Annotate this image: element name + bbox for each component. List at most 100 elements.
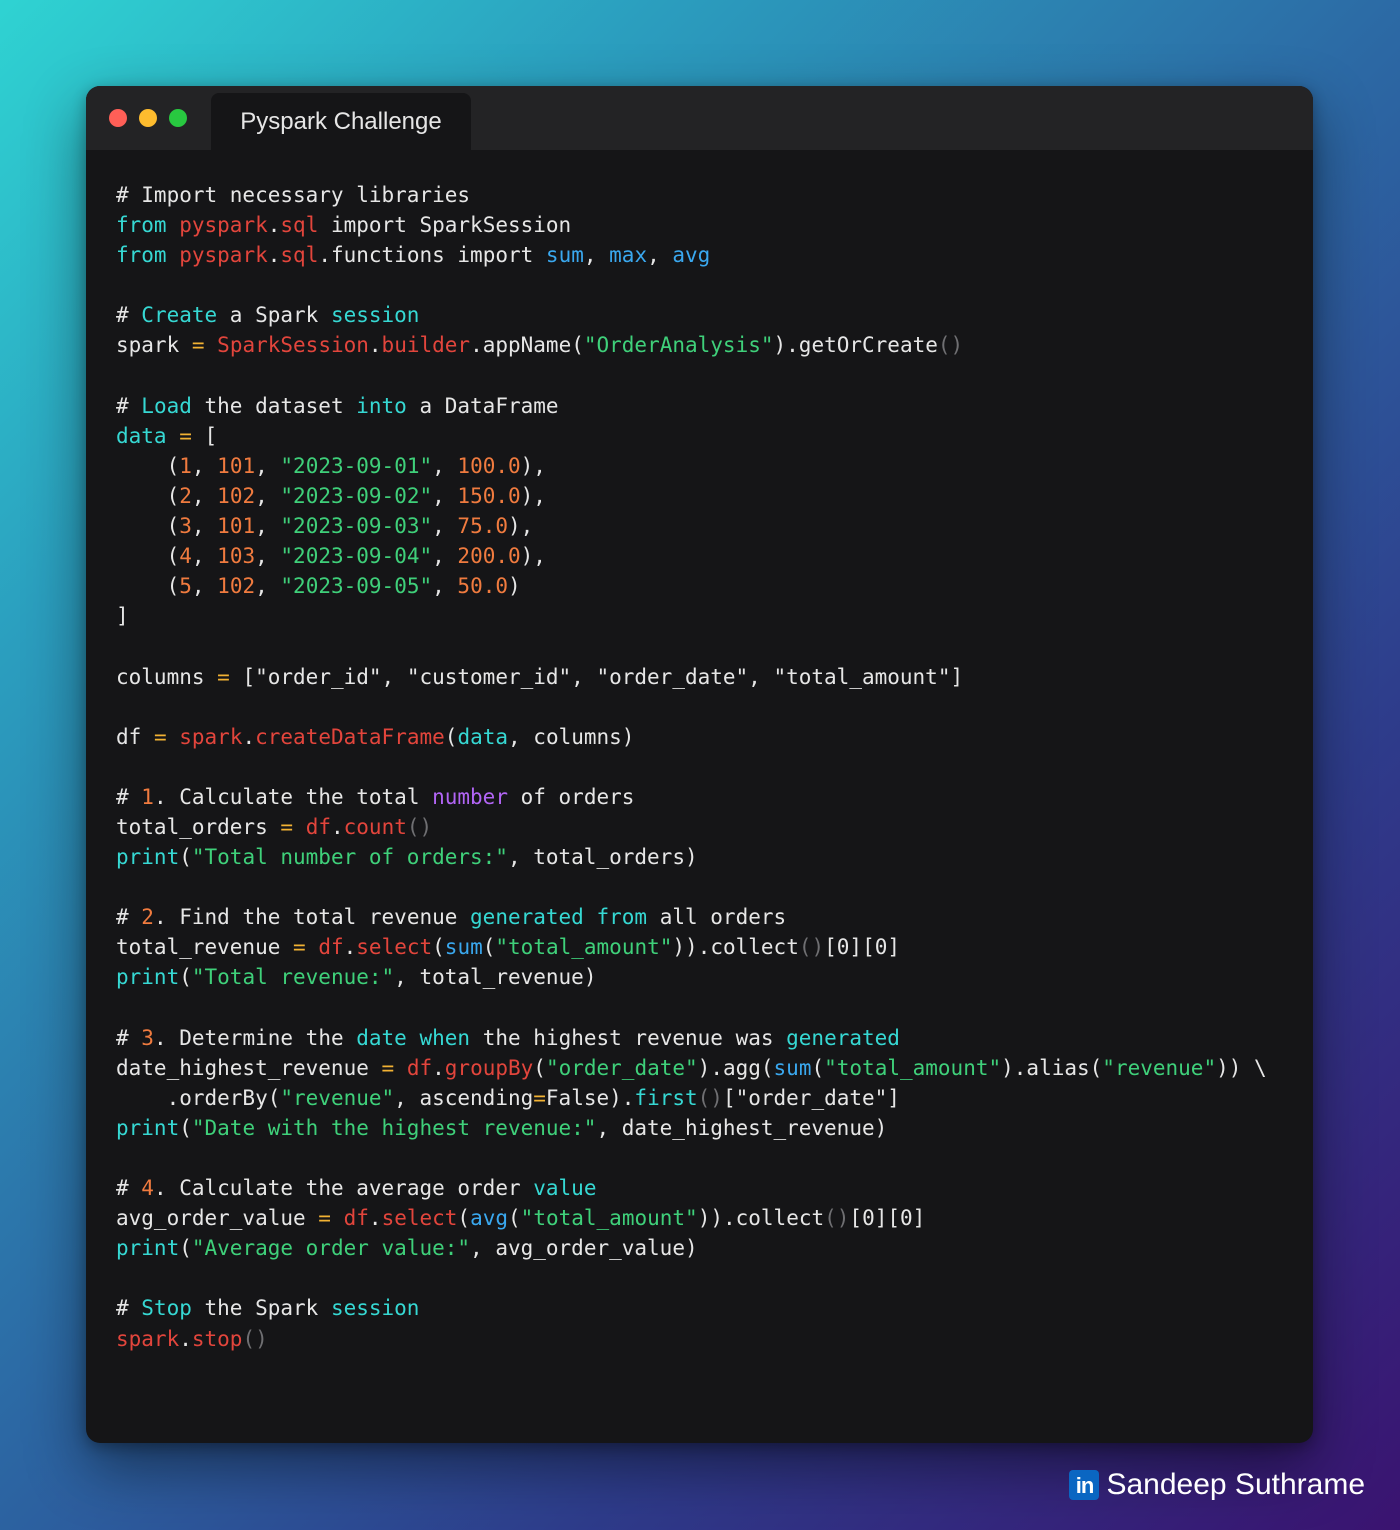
code-window: Pyspark Challenge # Import necessary lib… bbox=[86, 86, 1313, 1443]
code-token: = bbox=[318, 1206, 331, 1231]
close-window-button[interactable] bbox=[109, 109, 127, 127]
code-token: first bbox=[634, 1085, 698, 1110]
code-line: # Load the dataset into a DataFrame bbox=[116, 391, 1267, 421]
code-token: = bbox=[293, 935, 306, 960]
code-token: 150.0 bbox=[457, 483, 521, 508]
linkedin-icon: in bbox=[1069, 1470, 1100, 1500]
code-line: (5, 102, "2023-09-05", 50.0) bbox=[116, 571, 1267, 601]
code-token: "Date with the highest revenue:" bbox=[191, 1115, 597, 1140]
code-token: session bbox=[330, 303, 420, 328]
code-token: 4 bbox=[141, 1176, 154, 1201]
code-line: .orderBy("revenue", ascending=False).fir… bbox=[116, 1083, 1267, 1113]
code-token: , bbox=[432, 453, 458, 478]
code-token: . bbox=[330, 814, 344, 839]
code-token: () bbox=[798, 935, 825, 960]
code-token: , bbox=[191, 544, 218, 569]
code-token: 102 bbox=[217, 574, 256, 599]
code-token: . bbox=[368, 1206, 382, 1231]
code-token: createDataFrame bbox=[255, 724, 445, 749]
code-token: 50.0 bbox=[457, 574, 508, 599]
code-token: session bbox=[330, 1296, 420, 1321]
code-token: # Import necessary libraries bbox=[116, 183, 471, 207]
code-token: () bbox=[242, 1326, 268, 1351]
code-token: ( bbox=[457, 1206, 471, 1231]
code-token: ( bbox=[533, 1055, 546, 1080]
code-token: , ascending bbox=[394, 1085, 534, 1110]
code-token: = bbox=[191, 333, 205, 358]
code-line: (3, 101, "2023-09-03", 75.0), bbox=[116, 511, 1267, 541]
code-token: into bbox=[356, 393, 407, 418]
code-token: # bbox=[116, 1296, 142, 1321]
code-token: ), bbox=[520, 544, 546, 569]
code-token: count bbox=[343, 814, 407, 839]
code-token: value bbox=[533, 1176, 597, 1201]
code-token: df bbox=[406, 1055, 433, 1080]
code-line: # 1. Calculate the total number of order… bbox=[116, 782, 1267, 812]
code-token: builder bbox=[381, 333, 471, 358]
code-token: 103 bbox=[217, 544, 256, 569]
author-name: Sandeep Suthrame bbox=[1106, 1468, 1365, 1501]
code-token: "revenue" bbox=[280, 1085, 395, 1110]
code-token: sum bbox=[444, 935, 483, 960]
code-token: ( bbox=[444, 724, 458, 749]
code-token: , bbox=[255, 514, 281, 539]
code-token: ( bbox=[116, 483, 180, 508]
code-token: = bbox=[381, 1055, 395, 1080]
code-token: sql bbox=[280, 243, 319, 268]
code-token: "2023-09-01" bbox=[280, 453, 433, 478]
code-token: a DataFrame bbox=[406, 393, 559, 418]
minimize-window-button[interactable] bbox=[139, 109, 157, 127]
code-token: ( bbox=[179, 1236, 192, 1261]
code-token: . Find the total revenue bbox=[153, 905, 471, 930]
code-token: 75.0 bbox=[457, 514, 508, 539]
code-token: import SparkSession bbox=[318, 213, 572, 238]
code-token: ).alias( bbox=[1001, 1055, 1103, 1080]
code-token: generated bbox=[470, 905, 584, 930]
code-token: 1 bbox=[141, 784, 154, 809]
code-line: print("Total number of orders:", total_o… bbox=[116, 842, 1267, 872]
code-token: "total_amount" bbox=[520, 1206, 698, 1231]
maximize-window-button[interactable] bbox=[169, 109, 187, 127]
code-token: = bbox=[217, 664, 230, 689]
code-token: 101 bbox=[217, 514, 256, 539]
code-token: pyspark bbox=[179, 213, 268, 238]
code-token: ) bbox=[508, 574, 521, 599]
code-token: "revenue" bbox=[1102, 1055, 1217, 1080]
code-token: = bbox=[153, 724, 167, 749]
code-token: , date_highest_revenue) bbox=[596, 1115, 888, 1140]
code-token: sql bbox=[280, 213, 319, 238]
tab-pyspark-challenge[interactable]: Pyspark Challenge bbox=[211, 93, 471, 150]
code-token: df bbox=[343, 1206, 369, 1231]
code-line: df = spark.createDataFrame(data, columns… bbox=[116, 722, 1267, 752]
code-token: , bbox=[432, 544, 458, 569]
code-token: , bbox=[191, 514, 218, 539]
code-token: [0][0] bbox=[849, 1206, 926, 1231]
code-token: spark bbox=[179, 724, 243, 749]
code-token: "order_date" bbox=[545, 1055, 698, 1080]
code-line: avg_order_value = df.select(avg("total_a… bbox=[116, 1203, 1267, 1233]
code-token: , bbox=[191, 574, 218, 599]
code-token: )) \ bbox=[1216, 1055, 1267, 1080]
code-token: [0][0] bbox=[824, 935, 900, 960]
code-token: avg bbox=[470, 1206, 509, 1231]
code-token: of orders bbox=[507, 784, 635, 809]
code-token: df bbox=[116, 724, 154, 749]
code-token: .functions import bbox=[318, 243, 546, 268]
title-bar: Pyspark Challenge bbox=[86, 86, 1313, 150]
code-token: "2023-09-02" bbox=[280, 483, 433, 508]
code-token: select bbox=[356, 935, 433, 960]
code-token: print bbox=[116, 1115, 180, 1140]
code-token: 3 bbox=[179, 514, 192, 539]
code-token: avg_order_value bbox=[116, 1206, 319, 1231]
code-token: # bbox=[116, 303, 142, 328]
code-token: ( bbox=[116, 514, 180, 539]
code-line: # Stop the Spark session bbox=[116, 1293, 1267, 1323]
